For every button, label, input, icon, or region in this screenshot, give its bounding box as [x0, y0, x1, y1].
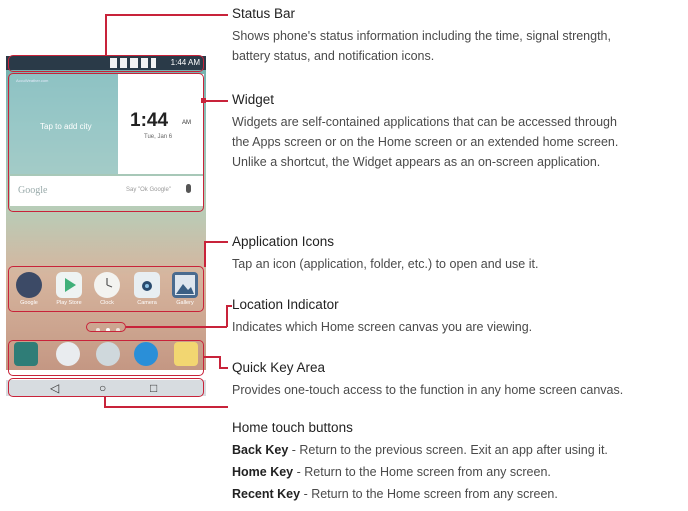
application-icons-title: Application Icons	[232, 234, 335, 249]
back-key-line: Back Key - Return to the previous screen…	[232, 440, 608, 460]
status-bar-frame	[8, 55, 204, 72]
quick-key-frame	[8, 340, 204, 376]
status-bar-line-1: Shows phone's status information includi…	[232, 29, 611, 43]
recent-key-line: Recent Key - Return to the Home screen f…	[232, 484, 558, 504]
widget-title: Widget	[232, 92, 275, 107]
widget-leader	[204, 100, 228, 102]
app-icons-frame	[8, 266, 204, 312]
widget-line-3: Unlike a shortcut, the Widget appears as…	[232, 155, 601, 169]
apps-leader-vertical	[204, 241, 206, 267]
widget-line-2: the Apps screen or on the Home screen or…	[232, 135, 619, 149]
status-leader-horizontal	[105, 14, 228, 16]
home-leader-horizontal	[104, 406, 228, 408]
back-key-text: - Return to the previous screen. Exit an…	[288, 443, 608, 457]
widget-frame	[8, 73, 204, 212]
recent-key-text: - Return to the Home screen from any scr…	[300, 487, 558, 501]
home-key-label: Home Key	[232, 465, 294, 479]
quick-key-area-line-1: Provides one-touch access to the functio…	[232, 383, 624, 397]
home-key-line: Home Key - Return to the Home screen fro…	[232, 462, 551, 482]
application-icons-line-1: Tap an icon (application, folder, etc.) …	[232, 257, 539, 271]
location-indicator-line-1: Indicates which Home screen canvas you a…	[232, 320, 533, 334]
status-bar-title: Status Bar	[232, 6, 296, 21]
recent-key-label: Recent Key	[232, 487, 301, 501]
quick-key-area-title: Quick Key Area	[232, 360, 326, 375]
home-touch-buttons-title: Home touch buttons	[232, 420, 353, 435]
widget-line-1: Widgets are self-contained applications …	[232, 115, 617, 129]
location-indicator-frame	[86, 322, 126, 332]
status-leader-vertical	[105, 14, 107, 55]
apps-leader-horizontal	[204, 241, 228, 243]
status-bar-line-2: battery status, and notification icons.	[232, 49, 435, 63]
home-buttons-frame	[8, 378, 204, 397]
quick-leader-horizontal	[204, 356, 220, 358]
location-leader-vertical	[226, 305, 228, 327]
location-leader-horizontal	[126, 326, 227, 328]
location-indicator-title: Location Indicator	[232, 297, 339, 312]
back-key-label: Back Key	[232, 443, 289, 457]
quick-leader-end	[219, 367, 228, 369]
home-key-text: - Return to the Home screen from any scr…	[293, 465, 551, 479]
